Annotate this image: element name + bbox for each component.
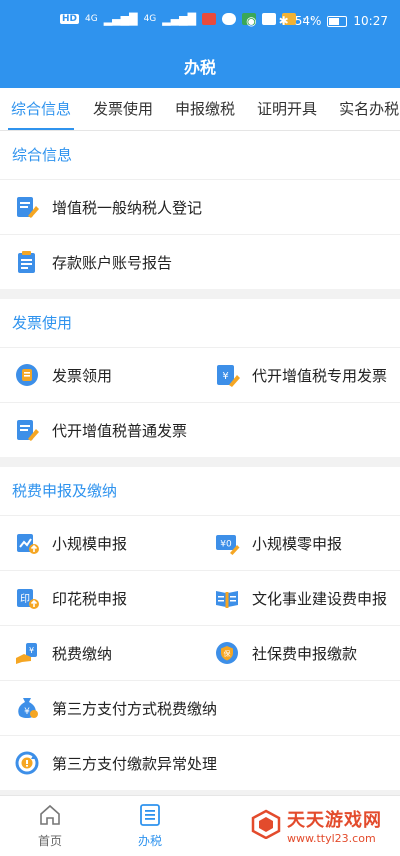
watermark: 天天游戏网 www.ttyl23.com xyxy=(251,806,382,845)
chart-upload-icon xyxy=(14,530,40,556)
hd-label: HD xyxy=(60,14,80,24)
tab-declare-pay[interactable]: 申报缴税 xyxy=(164,88,246,130)
section-tax-declaration: 税费申报及缴纳 小规模申报 ¥0 小规模零申报 印 印花税申报 文化事业建设费申… xyxy=(0,467,400,790)
receipt-pen-icon: ¥ xyxy=(214,362,240,388)
service-label: 增值税一般纳税人登记 xyxy=(52,198,203,217)
yen-zero-icon: ¥0 xyxy=(214,530,240,556)
service-label: 第三方支付方式税费缴纳 xyxy=(52,699,218,718)
tab-real-name[interactable]: 实名办税 xyxy=(328,88,400,130)
watermark-url: www.ttyl23.com xyxy=(287,832,376,845)
clock: 10:27 xyxy=(353,14,388,28)
tab-invoice-use[interactable]: 发票使用 xyxy=(82,88,164,130)
service-label: 税费缴纳 xyxy=(52,644,113,663)
signal-icon-2: ▂▄▆█ xyxy=(162,12,197,26)
svg-text:¥: ¥ xyxy=(24,707,30,717)
service-tax-payment[interactable]: ¥ 税费缴纳 xyxy=(0,626,200,680)
list-icon xyxy=(138,803,162,832)
section-title: 税费申报及缴纳 xyxy=(12,482,118,500)
service-label: 代开增值税普通发票 xyxy=(52,421,188,440)
section-comprehensive-info: 综合信息 增值税一般纳税人登记 存款账户账号报告 xyxy=(0,131,400,289)
service-label: 存款账户账号报告 xyxy=(52,253,173,272)
nav-tax-service[interactable]: 办税 xyxy=(100,796,200,856)
signal-4g-b: 4G xyxy=(143,14,157,24)
service-label: 代开增值税专用发票 xyxy=(252,366,388,385)
open-book-icon xyxy=(214,585,240,611)
page-header: 办税 xyxy=(0,44,400,88)
service-label: 小规模申报 xyxy=(52,534,128,553)
service-third-party-payment[interactable]: ¥ 第三方支付方式税费缴纳 xyxy=(0,681,400,735)
service-culture-fee-declare[interactable]: 文化事业建设费申报 xyxy=(200,571,400,625)
service-label: 社保费申报缴款 xyxy=(252,644,358,663)
service-stamp-tax-declare[interactable]: 印 印花税申报 xyxy=(0,571,200,625)
stamp-tax-icon: 印 xyxy=(14,585,40,611)
service-label: 小规模零申报 xyxy=(252,534,343,553)
service-invoice-claim[interactable]: 发票领用 xyxy=(0,348,200,402)
service-vat-registration[interactable]: 增值税一般纳税人登记 xyxy=(0,180,400,234)
watermark-logo-icon xyxy=(251,809,281,843)
service-label: 发票领用 xyxy=(52,366,113,385)
section-invoice-use: 发票使用 发票领用 ¥ 代开增值税专用发票 代开增值税普通发票 xyxy=(0,299,400,457)
eye-icon: ◉ xyxy=(246,14,257,28)
service-special-vat-invoice[interactable]: ¥ 代开增值税专用发票 xyxy=(200,348,400,402)
nav-label: 首页 xyxy=(37,834,62,848)
service-small-scale-declare[interactable]: 小规模申报 xyxy=(0,516,200,570)
watermark-title: 天天游戏网 xyxy=(287,810,382,831)
battery-icon xyxy=(327,15,348,27)
money-bag-icon: ¥ xyxy=(14,695,40,721)
service-label: 文化事业建设费申报 xyxy=(252,589,388,608)
service-payment-exception[interactable]: 第三方支付缴款异常处理 xyxy=(0,736,400,790)
chat-icon xyxy=(222,13,237,25)
service-label: 印花税申报 xyxy=(52,589,128,608)
svg-text:印: 印 xyxy=(20,593,30,605)
pen-document-icon xyxy=(14,417,40,443)
signal-4g-a: 4G xyxy=(85,14,98,24)
battery-level: 54% xyxy=(294,14,322,28)
refresh-alert-icon xyxy=(14,750,40,776)
status-bar: HD 4G ▂▄▆█ 4G ▂▄▆█ ··· ◉ N ✱ 54% 10:27 xyxy=(0,0,400,44)
invoice-coin-icon xyxy=(14,362,40,388)
app-notification-icon xyxy=(202,13,217,25)
service-ordinary-vat-invoice[interactable]: 代开增值税普通发票 xyxy=(0,403,400,457)
nfc-icon: N xyxy=(262,14,273,28)
svg-text:¥: ¥ xyxy=(222,371,228,382)
main-content: 综合信息 增值税一般纳税人登记 存款账户账号报告 发票使用 发票领用 ¥ 代开增… xyxy=(0,131,400,795)
hand-pay-icon: ¥ xyxy=(14,640,40,666)
signal-icon: ▂▄▆█ xyxy=(103,12,138,26)
nav-label: 办税 xyxy=(137,834,162,848)
pen-document-icon xyxy=(14,194,40,220)
section-title: 发票使用 xyxy=(12,314,73,332)
svg-text:¥: ¥ xyxy=(29,646,34,655)
service-deposit-account-report[interactable]: 存款账户账号报告 xyxy=(0,235,400,289)
shield-badge-icon: 保 xyxy=(214,640,240,666)
page-title: 办税 xyxy=(183,58,216,77)
category-tabs: 综合信息 发票使用 申报缴税 证明开具 实名办税 xyxy=(0,88,400,131)
service-social-insurance[interactable]: 保 社保费申报缴款 xyxy=(200,626,400,680)
svg-text:保: 保 xyxy=(224,649,231,658)
tab-comprehensive-info[interactable]: 综合信息 xyxy=(0,88,82,130)
status-right: ◉ N ✱ 54% 10:27 xyxy=(246,14,388,28)
service-label: 第三方支付缴款异常处理 xyxy=(52,754,218,773)
tab-certificate[interactable]: 证明开具 xyxy=(246,88,328,130)
home-icon xyxy=(38,803,62,832)
bluetooth-icon: ✱ xyxy=(278,14,289,28)
section-title: 综合信息 xyxy=(12,146,73,164)
clipboard-icon xyxy=(14,249,40,275)
svg-text:¥0: ¥0 xyxy=(220,540,232,550)
service-small-scale-zero-declare[interactable]: ¥0 小规模零申报 xyxy=(200,516,400,570)
nav-home[interactable]: 首页 xyxy=(0,796,100,856)
